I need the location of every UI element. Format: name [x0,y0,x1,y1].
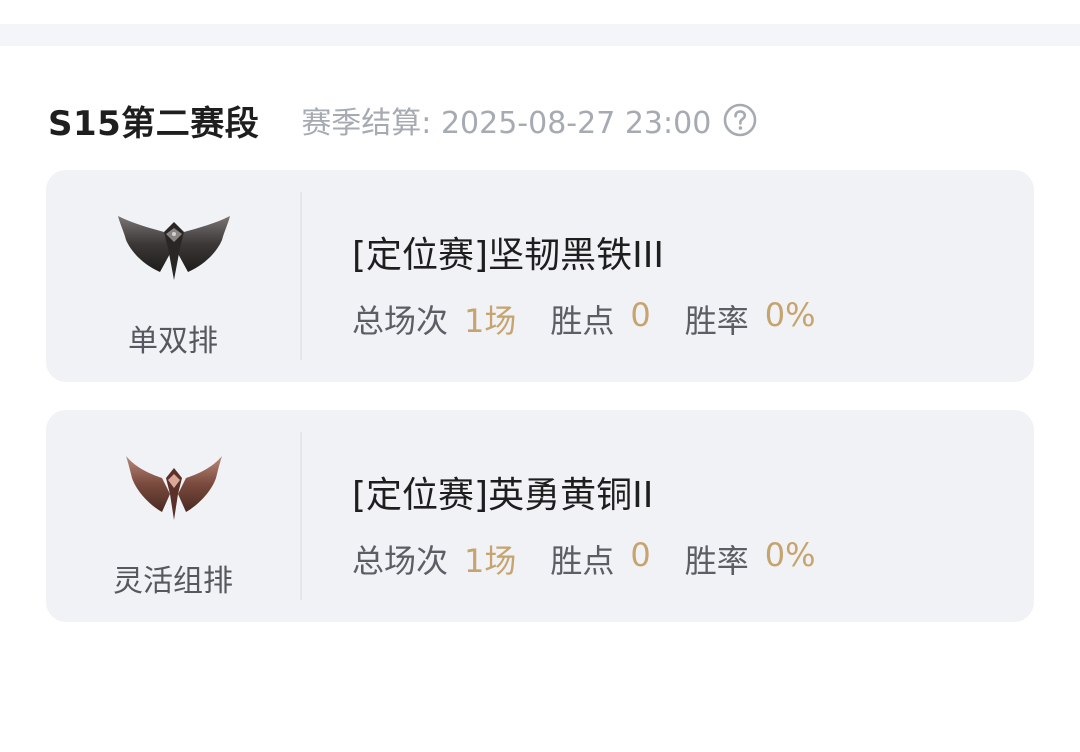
games-value: 1场 [464,542,517,580]
queue-label: 灵活组排 [113,564,233,599]
rank-tier: [定位赛]英勇黄铜II [352,475,654,516]
queue-label: 单双排 [128,324,218,359]
winrate-label: 胜率 [684,542,749,580]
rank-stats: 总场次 1场 胜点 0 胜率 0% [352,296,850,342]
games-label: 总场次 [352,542,449,580]
settlement-text: 赛季结算: 2025-08-27 23:00 [301,106,712,141]
points-value: 0 [630,296,651,334]
bronze-rank-emblem-icon [126,456,222,520]
winrate-value: 0% [764,536,816,574]
rank-tier: [定位赛]坚韧黑铁III [352,235,664,276]
points-label: 胜点 [550,302,615,340]
winrate-label: 胜率 [684,302,749,340]
card-divider [300,432,302,600]
season-settlement-time: 赛季结算: 2025-08-27 23:00 [301,98,757,142]
emblem-column: 单双排 [46,170,300,382]
season-header: S15第二赛段 赛季结算: 2025-08-27 23:00 [48,96,757,144]
iron-rank-emblem-icon [118,216,230,280]
emblem-column: 灵活组排 [46,410,300,622]
season-title: S15第二赛段 [48,103,260,144]
games-label: 总场次 [352,302,449,340]
rank-stats: 总场次 1场 胜点 0 胜率 0% [352,536,850,582]
points-value: 0 [630,536,651,574]
games-value: 1场 [464,302,517,340]
card-divider [300,192,302,360]
top-divider-strip [0,24,1080,46]
help-question-icon[interactable] [723,103,757,137]
points-label: 胜点 [550,542,615,580]
winrate-value: 0% [764,296,816,334]
rank-card-flex[interactable]: 灵活组排 [定位赛]英勇黄铜II 总场次 1场 胜点 0 胜率 0% [46,410,1034,622]
rank-card-solo-duo[interactable]: 单双排 [定位赛]坚韧黑铁III 总场次 1场 胜点 0 胜率 0% [46,170,1034,382]
